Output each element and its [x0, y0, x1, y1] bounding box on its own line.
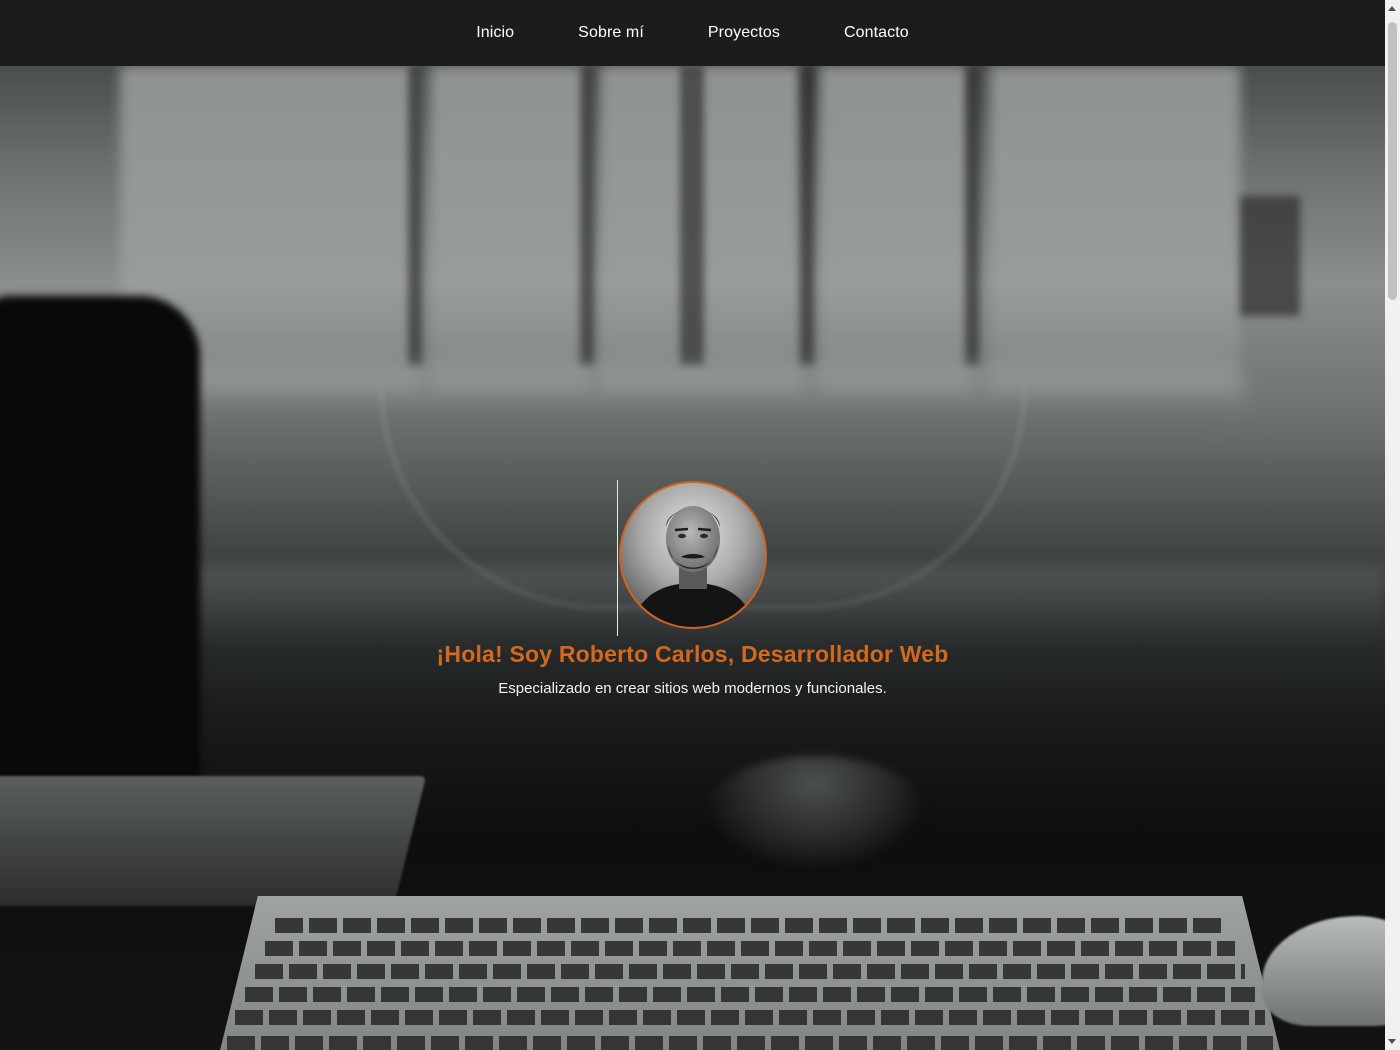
nav-list: Inicio Sobre mí Proyectos Contacto	[444, 24, 941, 42]
nav-item-proyectos: Proyectos	[676, 24, 812, 42]
nav-link-contacto[interactable]: Contacto	[812, 24, 941, 41]
navbar: Inicio Sobre mí Proyectos Contacto	[0, 0, 1385, 66]
hero-title: ¡Hola! Soy Roberto Carlos, Desarrollador…	[436, 641, 949, 667]
profile-photo-icon	[621, 483, 765, 627]
scroll-up-arrow-icon[interactable]	[1388, 6, 1396, 11]
hero-subtitle: Especializado en crear sitios web modern…	[498, 680, 887, 697]
scroll-down-arrow-icon[interactable]	[1388, 1039, 1396, 1044]
nav-link-proyectos[interactable]: Proyectos	[676, 24, 812, 41]
nav-link-sobre-mi[interactable]: Sobre mí	[546, 24, 676, 41]
page-scrollbar[interactable]	[1385, 0, 1400, 1050]
nav-link-inicio[interactable]: Inicio	[444, 24, 546, 41]
hero-content: ¡Hola! Soy Roberto Carlos, Desarrollador…	[0, 0, 1385, 1050]
nav-item-sobre-mi: Sobre mí	[546, 24, 676, 42]
scrollbar-thumb[interactable]	[1388, 22, 1397, 300]
page: Inicio Sobre mí Proyectos Contacto ¡Hola…	[0, 0, 1400, 1050]
text-caret	[617, 480, 618, 636]
nav-item-inicio: Inicio	[444, 24, 546, 42]
nav-item-contacto: Contacto	[812, 24, 941, 42]
avatar	[619, 481, 767, 629]
